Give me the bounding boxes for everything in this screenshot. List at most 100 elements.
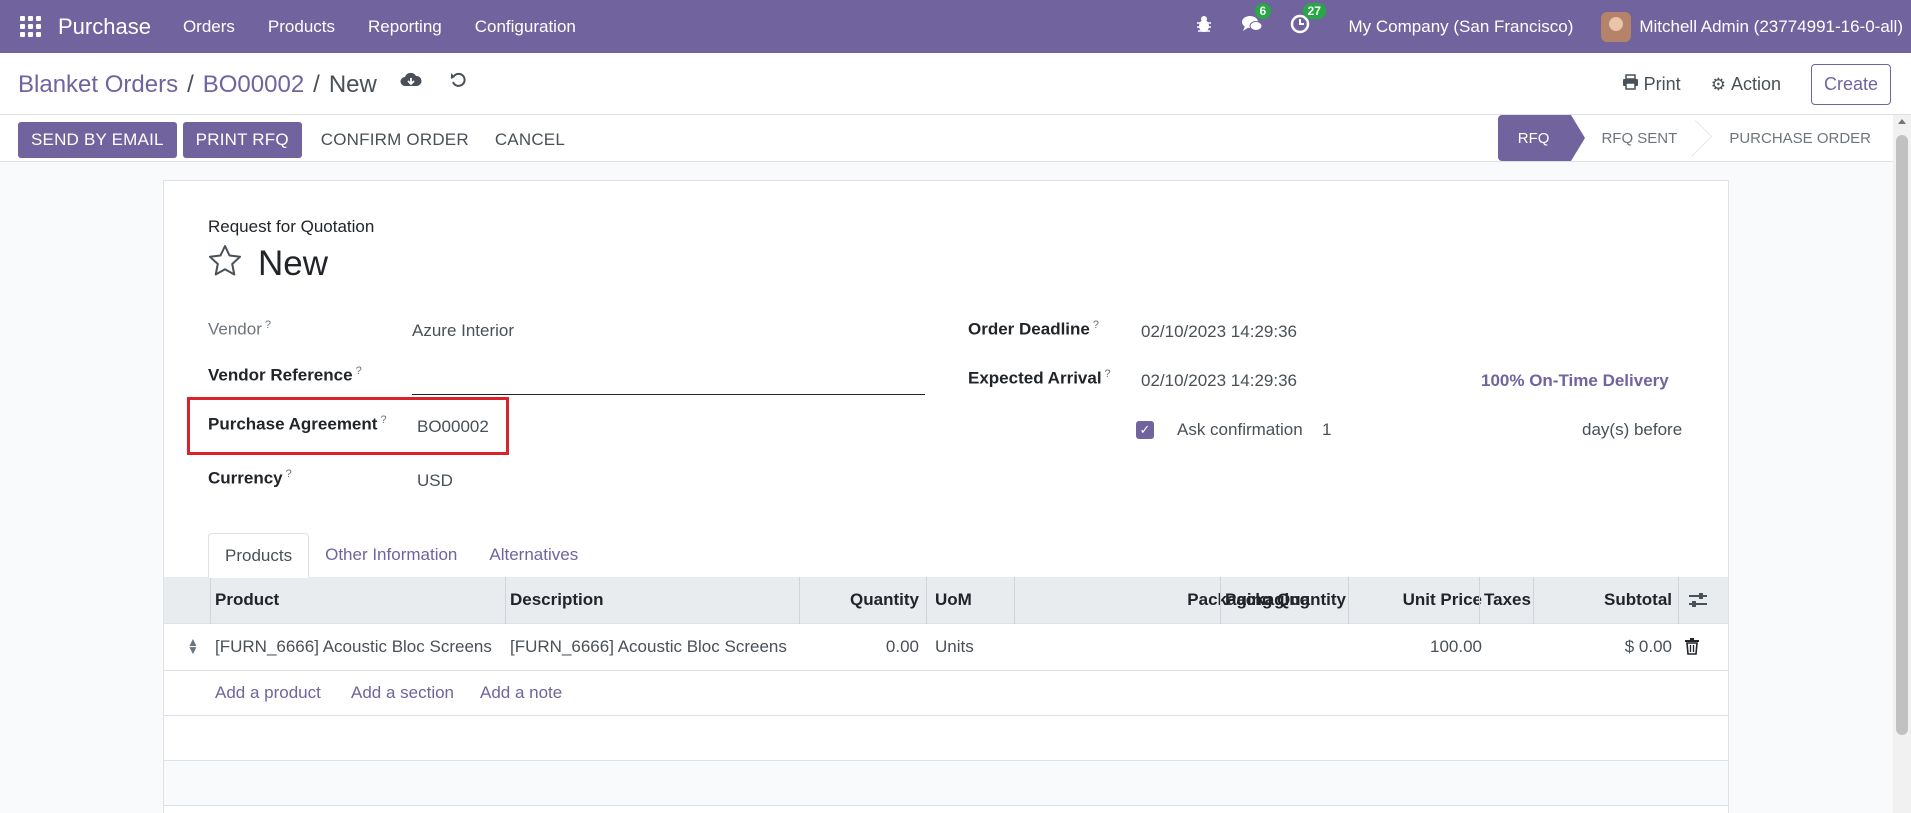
add-product-link[interactable]: Add a product <box>215 683 321 703</box>
ask-confirmation-days-input[interactable]: 1 <box>1322 420 1331 440</box>
currency-label-text: Currency <box>208 468 283 488</box>
purchase-agreement-field[interactable]: BO00002 <box>417 417 489 437</box>
messages-badge: 6 <box>1254 2 1272 19</box>
breadcrumb: Blanket Orders / BO00002 / New <box>18 71 377 99</box>
cell-description[interactable]: [FURN_6666] Acoustic Bloc Screens <box>510 637 787 657</box>
main-menu: Orders Products Reporting Configuration <box>183 17 609 37</box>
add-section-link[interactable]: Add a section <box>351 683 454 703</box>
user-menu[interactable]: Mitchell Admin (23774991-16-0-all) <box>1639 17 1903 37</box>
help-tooltip-icon[interactable]: ? <box>1093 319 1099 331</box>
cell-unit-price[interactable]: 100.00 <box>1430 637 1482 657</box>
form-header-label: Request for Quotation <box>208 217 375 236</box>
page-scrollbar[interactable] <box>1893 115 1911 813</box>
stage-rfq-sent[interactable]: RFQ SENT <box>1571 115 1699 161</box>
record-name: New <box>258 244 329 283</box>
activities-clock-icon[interactable]: 27 <box>1289 2 1326 40</box>
control-panel: Blanket Orders / BO00002 / New Print ⚙ A… <box>0 53 1911 115</box>
tab-alternatives[interactable]: Alternatives <box>473 533 594 578</box>
column-taxes[interactable]: Taxes <box>1484 590 1531 610</box>
discard-undo-icon[interactable] <box>450 71 468 95</box>
purchase-agreement-label-text: Purchase Agreement <box>208 414 378 434</box>
breadcrumb-separator: / <box>187 71 194 98</box>
help-tooltip-icon[interactable]: ? <box>286 468 292 480</box>
gear-icon: ⚙ <box>1710 74 1726 94</box>
ask-confirmation-label: Ask confirmation <box>1177 420 1303 439</box>
column-packaging[interactable]: Packaging <box>1225 590 1310 610</box>
app-menu-icon[interactable] <box>20 15 42 38</box>
column-quantity[interactable]: Quantity <box>850 590 919 610</box>
messages-icon[interactable]: 6 <box>1241 2 1272 40</box>
column-description[interactable]: Description <box>510 590 604 610</box>
help-tooltip-icon[interactable]: ? <box>380 414 386 426</box>
table-header: Product Description Quantity UoM Packagi… <box>164 577 1728 624</box>
stage-rfq[interactable]: RFQ <box>1497 115 1586 161</box>
drag-handle-icon[interactable]: ▲ ▼ <box>187 636 199 656</box>
delete-trash-icon[interactable] <box>1685 638 1699 660</box>
create-button[interactable]: Create <box>1810 64 1891 105</box>
help-tooltip-icon[interactable]: ? <box>265 319 271 331</box>
save-cloud-icon[interactable] <box>400 71 422 95</box>
star-icon[interactable] <box>208 243 242 285</box>
column-subtotal[interactable]: Subtotal <box>1604 590 1672 610</box>
menu-products[interactable]: Products <box>268 17 335 37</box>
stage-pipeline: RFQ RFQ SENT PURCHASE ORDER <box>1497 115 1893 161</box>
breadcrumb-blanket-orders[interactable]: Blanket Orders <box>18 71 178 99</box>
column-uom[interactable]: UoM <box>935 590 972 610</box>
empty-row <box>164 716 1728 761</box>
ask-confirmation-checkbox[interactable]: ✓ <box>1136 421 1154 439</box>
add-line-row: Add a product Add a section Add a note <box>164 671 1728 716</box>
on-time-delivery-button[interactable]: 100% On-Time Delivery <box>1481 371 1669 391</box>
currency-field[interactable]: USD <box>417 471 453 491</box>
menu-reporting[interactable]: Reporting <box>368 17 442 37</box>
column-product[interactable]: Product <box>215 590 279 610</box>
help-tooltip-icon[interactable]: ? <box>1105 368 1111 380</box>
menu-orders[interactable]: Orders <box>183 17 235 37</box>
add-note-link[interactable]: Add a note <box>480 683 562 703</box>
vendor-label: Vendor? <box>208 319 271 340</box>
order-deadline-label: Order Deadline? <box>968 319 1099 340</box>
table-row[interactable]: ▲ ▼ [FURN_6666] Acoustic Bloc Screens [FU… <box>164 624 1728 671</box>
help-tooltip-icon[interactable]: ? <box>356 365 362 377</box>
cell-uom[interactable]: Units <box>935 637 974 657</box>
vendor-reference-label-text: Vendor Reference <box>208 365 353 385</box>
send-by-email-button[interactable]: SEND BY EMAIL <box>18 122 177 158</box>
company-switcher[interactable]: My Company (San Francisco) <box>1349 17 1574 37</box>
activities-badge: 27 <box>1302 2 1326 19</box>
tab-other-information[interactable]: Other Information <box>309 533 473 578</box>
breadcrumb-current: New <box>328 71 377 98</box>
debug-bug-icon[interactable] <box>1193 15 1215 39</box>
breadcrumb-bo[interactable]: BO00002 <box>203 71 304 99</box>
expected-arrival-label: Expected Arrival? <box>968 368 1111 389</box>
app-name[interactable]: Purchase <box>58 14 151 40</box>
cancel-button[interactable]: CANCEL <box>482 122 578 158</box>
cell-quantity[interactable]: 0.00 <box>886 637 919 657</box>
scrollbar-thumb[interactable] <box>1896 135 1908 735</box>
print-rfq-button[interactable]: PRINT RFQ <box>182 122 302 158</box>
order-lines-table: Product Description Quantity UoM Packagi… <box>164 577 1728 806</box>
expected-arrival-field[interactable]: 02/10/2023 14:29:36 <box>1141 371 1297 391</box>
cell-product[interactable]: [FURN_6666] Acoustic Bloc Screens <box>215 637 492 657</box>
order-deadline-label-text: Order Deadline <box>968 319 1090 339</box>
column-unit-price[interactable]: Unit Price <box>1403 590 1482 610</box>
vendor-field[interactable]: Azure Interior <box>412 321 514 341</box>
record-title: New <box>208 243 328 285</box>
action-button[interactable]: ⚙ Action <box>1711 74 1781 95</box>
print-button[interactable]: Print <box>1622 74 1681 95</box>
stage-purchase-order[interactable]: PURCHASE ORDER <box>1699 115 1893 161</box>
vendor-reference-input[interactable] <box>412 394 925 395</box>
tab-products[interactable]: Products <box>208 533 310 578</box>
order-deadline-field[interactable]: 02/10/2023 14:29:36 <box>1141 322 1297 342</box>
action-label: Action <box>1730 74 1781 94</box>
purchase-agreement-label: Purchase Agreement? <box>208 414 387 435</box>
menu-configuration[interactable]: Configuration <box>475 17 576 37</box>
expected-arrival-label-text: Expected Arrival <box>968 368 1102 388</box>
user-avatar[interactable] <box>1601 11 1632 42</box>
cell-subtotal: $ 0.00 <box>1624 637 1672 656</box>
scroll-up-arrow[interactable] <box>1898 119 1906 124</box>
currency-label: Currency? <box>208 468 292 489</box>
vendor-label-text: Vendor <box>208 319 262 339</box>
printer-icon <box>1622 74 1639 95</box>
confirm-order-button[interactable]: CONFIRM ORDER <box>308 122 482 158</box>
breadcrumb-separator: / <box>313 71 320 98</box>
optional-columns-toggle-icon[interactable] <box>1688 592 1708 613</box>
